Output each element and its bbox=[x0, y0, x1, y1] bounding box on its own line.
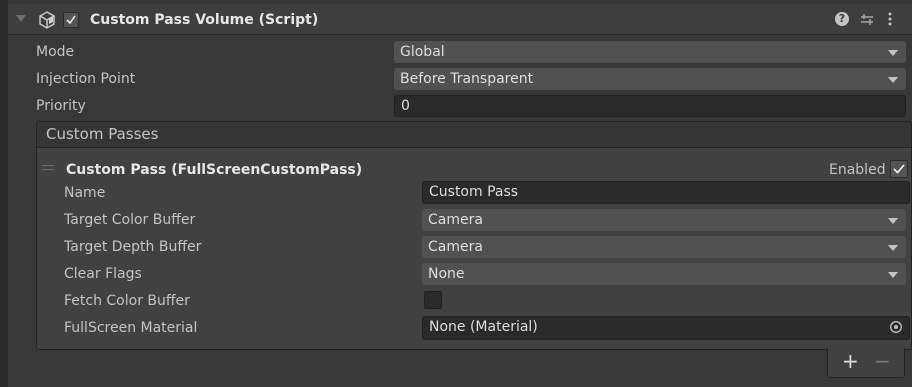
priority-field[interactable]: 0 bbox=[394, 95, 906, 117]
enabled-label: Enabled bbox=[829, 162, 886, 178]
left-edge bbox=[0, 0, 8, 387]
component-header[interactable]: Custom Pass Volume (Script) ? bbox=[8, 4, 912, 35]
drag-handle-icon[interactable] bbox=[42, 165, 54, 172]
target-depth-buffer-label: Target Depth Buffer bbox=[64, 239, 202, 255]
fetch-color-buffer-checkbox[interactable] bbox=[424, 291, 442, 309]
custom-passes-header bbox=[36, 121, 912, 148]
injection-point-label: Injection Point bbox=[36, 71, 136, 87]
injection-point-value: Before Transparent bbox=[400, 71, 534, 87]
clear-flags-dropdown[interactable]: None bbox=[422, 263, 906, 285]
help-icon[interactable]: ? bbox=[835, 12, 849, 26]
target-color-buffer-label: Target Color Buffer bbox=[64, 212, 196, 228]
custom-pass-title[interactable]: Custom Pass (FullScreenCustomPass) bbox=[66, 160, 362, 180]
injection-point-dropdown[interactable]: Before Transparent bbox=[394, 68, 906, 90]
pass-enabled-checkbox[interactable] bbox=[890, 160, 908, 178]
clear-flags-value: None bbox=[428, 266, 465, 282]
chevron-down-icon bbox=[888, 272, 898, 278]
clear-flags-label: Clear Flags bbox=[64, 266, 142, 282]
list-footer bbox=[827, 348, 905, 378]
foldout-arrow-icon[interactable] bbox=[16, 15, 26, 22]
chevron-down-icon bbox=[888, 218, 898, 224]
target-color-buffer-value: Camera bbox=[428, 212, 483, 228]
custom-passes-title: Custom Passes bbox=[46, 125, 159, 143]
remove-pass-button[interactable]: − bbox=[874, 350, 891, 372]
name-label: Name bbox=[64, 185, 106, 201]
target-depth-buffer-value: Camera bbox=[428, 239, 483, 255]
name-value: Custom Pass bbox=[429, 184, 519, 200]
chevron-down-icon bbox=[888, 50, 898, 56]
fullscreen-material-label: FullScreen Material bbox=[64, 320, 198, 336]
object-picker-icon[interactable] bbox=[889, 320, 903, 334]
priority-value: 0 bbox=[401, 98, 410, 114]
priority-label: Priority bbox=[36, 98, 86, 114]
fullscreen-material-value: None (Material) bbox=[429, 319, 538, 335]
component-enabled-checkbox[interactable] bbox=[63, 12, 79, 28]
target-depth-buffer-dropdown[interactable]: Camera bbox=[422, 236, 906, 258]
custom-pass-volume-icon bbox=[39, 11, 55, 29]
mode-value: Global bbox=[400, 44, 445, 60]
checkmark-icon bbox=[66, 15, 76, 25]
chevron-down-icon bbox=[888, 245, 898, 251]
mode-label: Mode bbox=[36, 44, 75, 60]
fullscreen-material-field[interactable]: None (Material) bbox=[422, 316, 910, 340]
chevron-down-icon bbox=[888, 77, 898, 83]
mode-dropdown[interactable]: Global bbox=[394, 41, 906, 63]
checkmark-icon bbox=[893, 164, 905, 174]
presets-icon[interactable] bbox=[860, 11, 874, 27]
name-field[interactable]: Custom Pass bbox=[422, 181, 910, 204]
target-color-buffer-dropdown[interactable]: Camera bbox=[422, 209, 906, 231]
add-pass-button[interactable]: + bbox=[842, 350, 859, 372]
kebab-menu-icon[interactable] bbox=[887, 11, 893, 27]
fetch-color-buffer-label: Fetch Color Buffer bbox=[64, 293, 190, 309]
component-title: Custom Pass Volume (Script) bbox=[90, 12, 319, 28]
